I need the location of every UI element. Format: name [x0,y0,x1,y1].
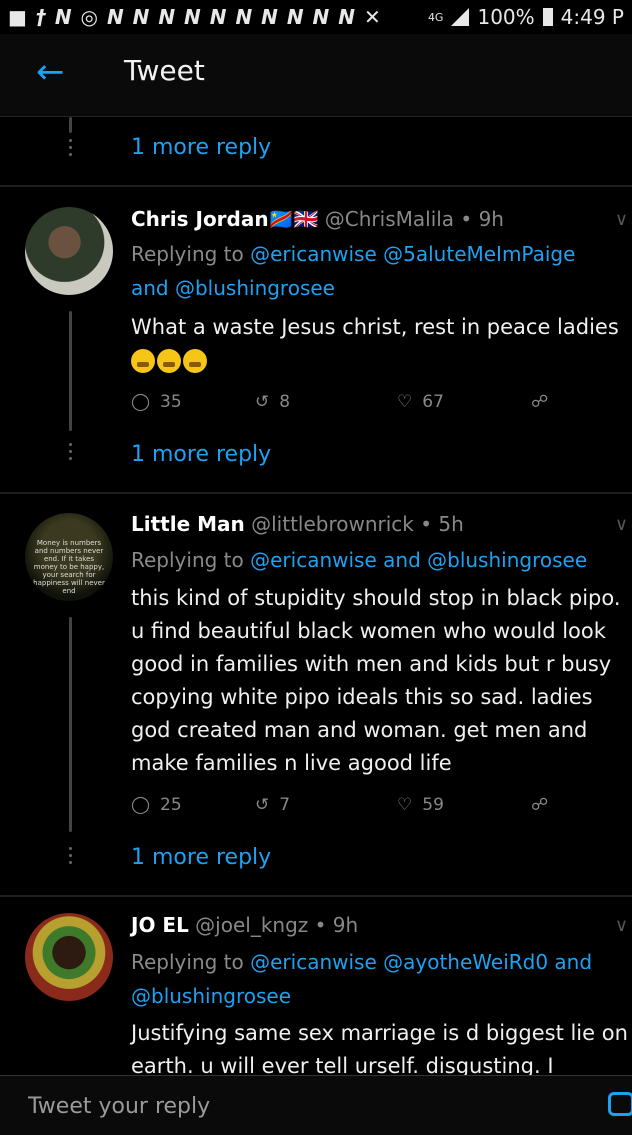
thread-line [69,117,72,133]
replying-to: Replying to @ericanwise and @blushingros… [131,543,631,577]
reply-icon: ◯ [131,392,151,412]
thread-dots [69,443,72,464]
replying-to: Replying to @ericanwise @5aluteMeImPaige… [131,237,631,305]
reply-input[interactable] [26,1088,550,1124]
flag-emojis: 🇨🇩🇬🇧 [268,207,319,231]
thread-line [69,617,72,832]
like-count: 67 [422,392,444,412]
share-icon: ☍ [531,392,549,412]
divider [0,895,632,897]
top-app-bar: ← Tweet [0,34,632,117]
author-name[interactable]: Chris Jordan [131,207,269,231]
reply-icon: ◯ [131,795,151,815]
reply-button[interactable]: ◯ 25 [131,795,182,815]
mention-link[interactable]: @ericanwise @ayotheWeiRd0 and [250,950,592,974]
author-name[interactable]: JO EL [131,913,189,937]
replies-feed[interactable]: 1 more reply Chris Jordan🇨🇩🇬🇧 @ChrisMali… [0,117,632,1075]
replying-label: Replying to [131,242,251,266]
tired-face-icon [157,349,181,373]
author-handle[interactable]: @joel_kngz • 9h [195,913,358,937]
chevron-down-icon[interactable]: ∨ [615,514,628,535]
mention-link[interactable]: @blushingrosee [131,984,291,1008]
like-button[interactable]: ♡ 59 [397,795,444,815]
avatar[interactable] [25,913,113,1001]
author-handle[interactable]: @ChrisMalila • 9h [325,207,504,231]
replying-label: Replying to [131,548,251,572]
weary-face-icon [183,349,207,373]
mention-link[interactable]: @ericanwise @5aluteMeImPaige [250,242,575,266]
reply-count: 35 [160,392,182,412]
tweet-author-line: Chris Jordan🇨🇩🇬🇧 @ChrisMalila • 9h [131,207,504,231]
share-button[interactable]: ☍ [531,392,548,412]
battery-percent: 100% [477,5,535,29]
clock: 4:49 P [560,5,624,29]
retweet-button[interactable]: ↺ 7 [255,795,290,815]
tweet-text: this kind of stupidity should stop in bl… [131,586,621,775]
mention-link: and [131,276,175,300]
avatar-caption: Money is numbers and numbers never end. … [33,539,105,595]
avatar[interactable] [25,207,113,295]
retweet-count: 8 [279,392,291,412]
battery-icon [542,8,553,26]
more-reply-link[interactable]: 1 more reply [131,442,271,467]
retweet-icon: ↺ [255,795,270,815]
mention-link[interactable]: @ericanwise and @blushingrosee [250,548,587,572]
thread-dots [69,139,72,160]
thread-line [69,311,72,431]
tweet-actions: ◯ 25 ↺ 7 ♡ 59 ☍ [131,795,571,825]
tweet-author-line: Little Man @littlebrownrick • 5h [131,512,464,536]
replying-to: Replying to @ericanwise @ayotheWeiRd0 an… [131,945,631,1013]
status-bar: ■ † N ◎ N N N N N N N N N N ✕ 4G 100% 4:… [0,0,632,34]
retweet-button[interactable]: ↺ 8 [255,392,290,412]
tweet-text: What a waste Jesus christ, rest in peace… [131,311,631,377]
chevron-down-icon[interactable]: ∨ [615,209,628,230]
network-label: 4G [427,10,444,24]
heart-icon: ♡ [397,795,413,815]
divider [0,185,632,187]
avatar[interactable]: Money is numbers and numbers never end. … [25,513,113,601]
status-right: 4G 100% 4:49 P [428,5,624,29]
page-title: Tweet [124,54,205,87]
reply-composer-bar [0,1075,632,1135]
tweet-text: Justifying same sex marriage is d bigges… [131,1021,628,1075]
back-arrow-icon[interactable]: ← [36,52,65,92]
like-count: 59 [422,795,444,815]
thread-dots [69,847,72,868]
signal-icon [451,8,470,26]
share-button[interactable]: ☍ [531,795,548,815]
divider [0,492,632,494]
notification-icons: ■ † N ◎ N N N N N N N N N N ✕ [8,5,382,29]
retweet-count: 7 [279,795,291,815]
chevron-down-icon[interactable]: ∨ [615,915,628,936]
more-reply-link[interactable]: 1 more reply [131,135,271,160]
share-icon: ☍ [531,795,549,815]
tweet-actions: ◯ 35 ↺ 8 ♡ 67 ☍ [131,392,571,422]
replying-label: Replying to [131,950,251,974]
mention-link[interactable]: @blushingrosee [175,276,335,300]
heart-icon: ♡ [397,392,413,412]
retweet-icon: ↺ [255,392,270,412]
tweet-body: What a waste Jesus christ, rest in peace… [131,315,619,339]
grimacing-face-icon [131,349,155,373]
reply-count: 25 [160,795,182,815]
more-reply-link[interactable]: 1 more reply [131,845,271,870]
author-name[interactable]: Little Man [131,512,245,536]
tweet-author-line: JO EL @joel_kngz • 9h [131,913,358,937]
author-handle[interactable]: @littlebrownrick • 5h [251,512,464,536]
reply-button[interactable]: ◯ 35 [131,392,182,412]
like-button[interactable]: ♡ 67 [397,392,444,412]
camera-icon[interactable] [608,1092,632,1116]
